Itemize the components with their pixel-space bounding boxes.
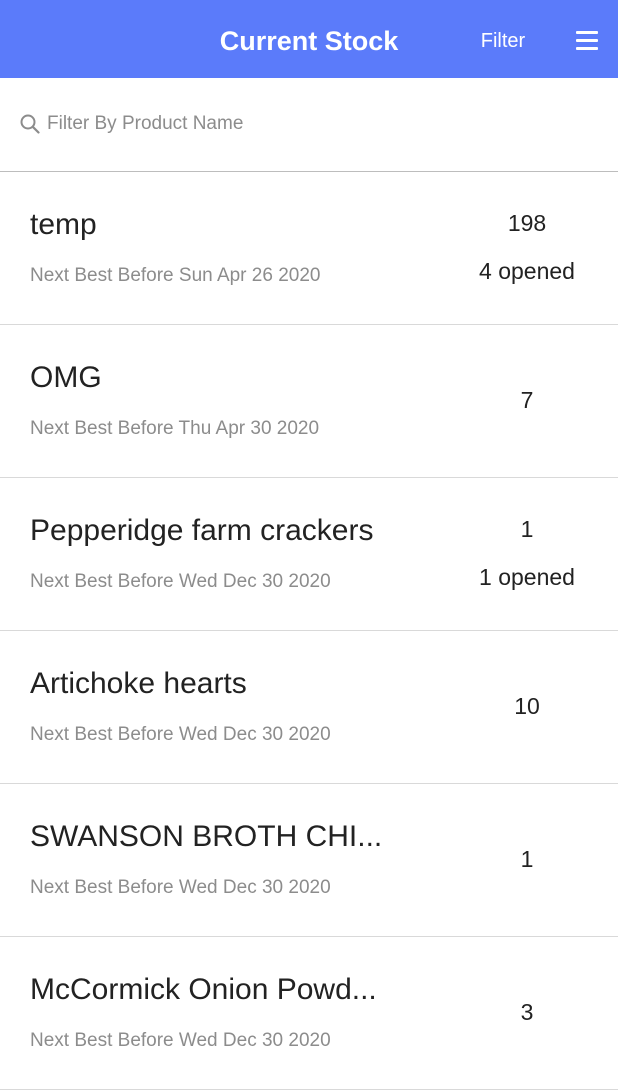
product-name: McCormick Onion Powd... xyxy=(30,973,377,1006)
quantity-count: 7 xyxy=(520,387,534,413)
opened-count: 4 opened xyxy=(479,258,575,284)
stock-item-row[interactable]: temp Next Best Before Sun Apr 26 2020 19… xyxy=(0,172,618,325)
best-before-text: Next Best Before Sun Apr 26 2020 xyxy=(30,265,321,286)
stock-item-row[interactable]: SWANSON BROTH CHI... Next Best Before We… xyxy=(0,784,618,937)
stock-item-row[interactable]: McCormick Onion Powd... Next Best Before… xyxy=(0,937,618,1090)
stock-item-row[interactable]: Pepperidge farm crackers Next Best Befor… xyxy=(0,478,618,631)
quantity-count: 198 xyxy=(507,210,547,236)
filter-button[interactable]: Filter xyxy=(470,0,536,82)
best-before-text: Next Best Before Thu Apr 30 2020 xyxy=(30,418,320,439)
product-name: Pepperidge farm crackers xyxy=(30,514,374,547)
search-input[interactable] xyxy=(47,106,587,142)
quantity-count: 3 xyxy=(520,999,534,1025)
search-icon xyxy=(20,114,40,134)
stock-item-row[interactable]: Artichoke hearts Next Best Before Wed De… xyxy=(0,631,618,784)
hamburger-menu-icon[interactable] xyxy=(566,26,610,56)
product-name: OMG xyxy=(30,361,102,394)
search-bar xyxy=(0,78,618,172)
app-header: Current Stock Filter xyxy=(0,0,618,78)
product-name: Artichoke hearts xyxy=(30,667,247,700)
stock-item-row[interactable]: OMG Next Best Before Thu Apr 30 2020 7 xyxy=(0,325,618,478)
quantity-count: 1 xyxy=(520,516,534,542)
best-before-text: Next Best Before Wed Dec 30 2020 xyxy=(30,571,331,592)
product-name: SWANSON BROTH CHI... xyxy=(30,820,383,853)
opened-count: 1 opened xyxy=(479,564,575,590)
best-before-text: Next Best Before Wed Dec 30 2020 xyxy=(30,877,331,898)
stock-list: temp Next Best Before Sun Apr 26 2020 19… xyxy=(0,172,618,1090)
product-name: temp xyxy=(30,208,97,241)
best-before-text: Next Best Before Wed Dec 30 2020 xyxy=(30,1030,331,1051)
best-before-text: Next Best Before Wed Dec 30 2020 xyxy=(30,724,331,745)
quantity-count: 10 xyxy=(514,693,540,719)
quantity-count: 1 xyxy=(520,846,534,872)
